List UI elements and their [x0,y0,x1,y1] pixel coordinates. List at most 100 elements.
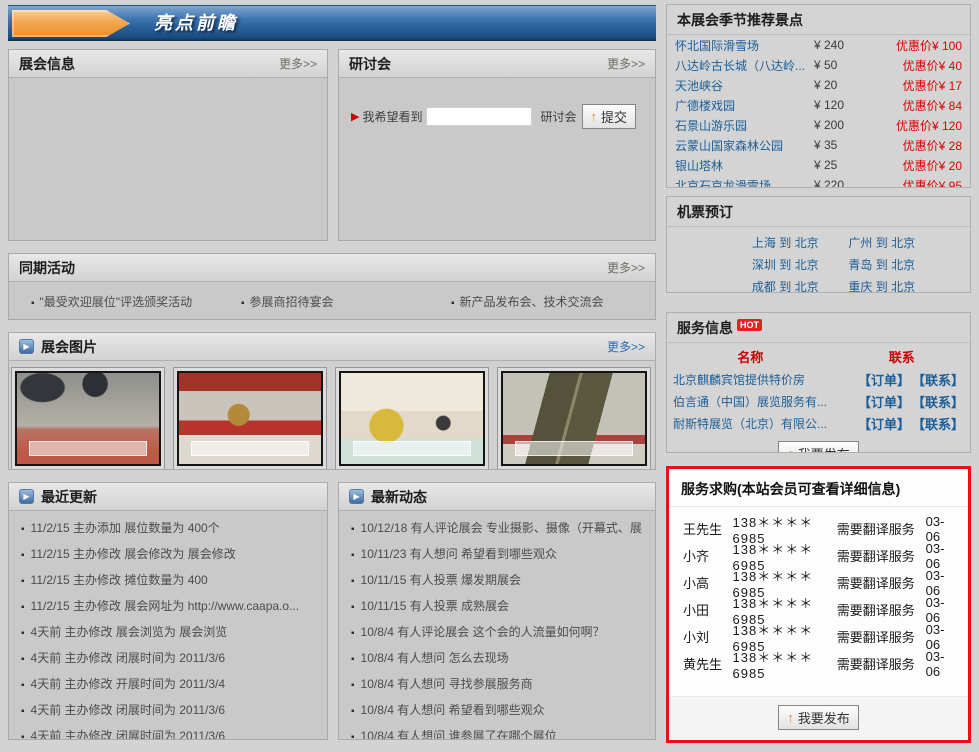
latest-news-title: 最新动态 [371,487,427,507]
update-item[interactable]: 4天前 主办修改 开展时间为 2011/3/4 [21,672,319,698]
news-item[interactable]: 10/8/4 有人想问 怎么去现场 [351,646,647,672]
service-order-link[interactable]: 【订单】 [858,370,910,389]
latest-news-panel: ▶ 最新动态 10/12/18 有人评论展会 专业摄影、摄像（开幕式、展 10/… [338,482,656,740]
service-provider-link[interactable]: 北京麒麟宾馆提供特价房 [673,371,831,388]
exhibition-info-more-link[interactable]: 更多>> [279,55,317,72]
update-item[interactable]: 4天前 主办修改 闭展时间为 2011/3/6 [21,646,319,672]
flight-route-link[interactable]: 广州 到 北京 [848,234,915,251]
flight-route-link[interactable]: 青岛 到 北京 [848,256,915,273]
scenic-spot-row: 广德楼戏园 ¥ 120 优惠价¥ 84 [667,95,970,115]
service-column-name: 名称 [667,347,834,366]
highlights-banner: 亮点前瞻 [8,5,656,41]
spot-discount-link[interactable]: 优惠价¥ 28 [870,137,962,154]
service-provider-link[interactable]: 伯言通（中国）展览服务有... [673,393,831,410]
service-order-link[interactable]: 【订单】 [858,392,910,411]
requested-service: 需要翻译服务 [837,654,926,673]
exhibition-photos-panel: ▶ 展会图片 更多>> [8,332,656,470]
spot-discount-link[interactable]: 优惠价¥ 84 [870,97,962,114]
scenic-spot-link[interactable]: 云蒙山国家森林公园 [675,137,783,154]
update-item[interactable]: 11/2/15 主办修改 展会修改为 展会修改 [21,542,319,568]
service-provider-link[interactable]: 耐斯特展览（北京）有限公... [673,415,831,432]
update-item[interactable]: 4天前 主办修改 闭展时间为 2011/3/6 [21,724,319,740]
exhibition-photo-thumbnail[interactable] [335,367,489,470]
concurrent-event-link[interactable]: 参展商招待宴会 [241,293,334,310]
service-contact-link[interactable]: 【联系】 [912,370,964,389]
update-item[interactable]: 11/2/15 主办修改 展会网址为 http://www.caapa.o... [21,594,319,620]
service-request-row[interactable]: 黄先生 138＊＊＊＊6985 需要翻译服务 03-06 [669,650,968,677]
exhibition-photos-title: 展会图片 [41,337,97,357]
flight-route-link[interactable]: 成都 到 北京 [752,278,819,293]
scenic-spots-list: 怀北国际滑雪场 ¥ 240 优惠价¥ 100 八达岭古长城（八达岭... ¥ 5… [667,35,970,188]
flight-route-link[interactable]: 深圳 到 北京 [752,256,819,273]
update-item[interactable]: 11/2/15 主办修改 摊位数量为 400 [21,568,319,594]
indoor-playground-photo [339,371,485,466]
service-info-panel: 服务信息 HOT 名称 联系 北京麒麟宾馆提供特价房 【订单】 【联系】 [666,312,971,453]
spot-discount-link[interactable]: 优惠价¥ 40 [870,57,962,74]
exhibition-photo-thumbnail[interactable] [497,367,651,470]
up-arrow-icon: ↑ [591,109,598,124]
update-item[interactable]: 4天前 主办修改 展会浏览为 展会浏览 [21,620,319,646]
service-contact-link[interactable]: 【联系】 [912,392,964,411]
news-item[interactable]: 10/8/4 有人想问 寻找参展服务商 [351,672,647,698]
spot-price: ¥ 35 [814,138,870,152]
request-publish-button[interactable]: ↑ 我要发布 [778,705,859,730]
service-requests-list: 王先生 138＊＊＊＊6985 需要翻译服务 03-06 小齐 138＊＊＊＊6… [669,507,968,677]
concurrent-events-more-link[interactable]: 更多>> [607,259,645,276]
scenic-spot-link[interactable]: 八达岭古长城（八达岭... [675,57,805,74]
service-row: 耐斯特展览（北京）有限公... 【订单】 【联系】 [667,412,970,434]
request-date: 03-06 [926,595,954,625]
news-item[interactable]: 10/11/23 有人想问 希望看到哪些观众 [351,542,647,568]
requester-name: 黄先生 [683,654,733,673]
service-row: 伯言通（中国）展览服务有... 【订单】 【联系】 [667,390,970,412]
news-item[interactable]: 10/11/15 有人投票 爆发期展会 [351,568,647,594]
exhibition-photo-thumbnail[interactable] [173,367,327,470]
seminar-panel: 研讨会 更多>> ▶ 我希望看到 研讨会 ↑ 提交 [338,49,656,241]
news-item[interactable]: 10/8/4 有人评论展会 这个会的人流量如何啊？ [351,620,647,646]
requester-name: 小齐 [683,546,733,565]
requester-name: 小田 [683,600,733,619]
news-item[interactable]: 10/11/15 有人投票 成熟展会 [351,594,647,620]
seminar-submit-button[interactable]: ↑ 提交 [582,104,637,129]
seminar-submit-label: 提交 [601,107,627,126]
latest-news-list: 10/12/18 有人评论展会 专业摄影、摄像（开幕式、展 10/11/23 有… [339,511,655,740]
spot-discount-link[interactable]: 优惠价¥ 100 [870,37,962,54]
scenic-spot-link[interactable]: 怀北国际滑雪场 [675,37,759,54]
service-publish-button[interactable]: ↑ 我要发布 [778,441,859,453]
scenic-spot-row: 怀北国际滑雪场 ¥ 240 优惠价¥ 100 [667,35,970,55]
scenic-spot-link[interactable]: 广德楼戏园 [675,97,735,114]
concurrent-event-link[interactable]: 新产品发布会、技术交流会 [451,293,604,310]
update-item[interactable]: 4天前 主办修改 闭展时间为 2011/3/6 [21,698,319,724]
seminar-header: 研讨会 更多>> [339,50,655,78]
service-contact-link[interactable]: 【联系】 [912,414,964,433]
recent-updates-panel: ▶ 最近更新 11/2/15 主办添加 展位数量为 400个 11/2/15 主… [8,482,328,740]
concurrent-event-link[interactable]: "最受欢迎展位"评选颁奖活动 [31,293,192,310]
exhibition-photo-thumbnail[interactable] [11,367,165,470]
requester-name: 小刘 [683,627,733,646]
news-item[interactable]: 10/8/4 有人想问 希望看到哪些观众 [351,698,647,724]
scenic-spot-link[interactable]: 石景山游乐园 [675,117,747,134]
spot-discount-link[interactable]: 优惠价¥ 17 [870,77,962,94]
flight-route-link[interactable]: 重庆 到 北京 [848,278,915,293]
scenic-spot-link[interactable]: 北京石京龙滑雪场 [675,177,771,189]
spot-price: ¥ 50 [814,58,870,72]
service-order-link[interactable]: 【订单】 [858,414,910,433]
spot-price: ¥ 120 [814,98,870,112]
news-item[interactable]: 10/8/4 有人想问 谁参展了在哪个展位 [351,724,647,740]
news-item[interactable]: 10/12/18 有人评论展会 专业摄影、摄像（开幕式、展 [351,516,647,542]
update-item[interactable]: 11/2/15 主办添加 展位数量为 400个 [21,516,319,542]
exhibition-photos-more-link[interactable]: 更多>> [607,338,645,355]
scenic-spot-link[interactable]: 银山塔林 [675,157,723,174]
seminar-form-suffix: 研讨会 [540,108,576,125]
spot-discount-link[interactable]: 优惠价¥ 95 [870,177,962,189]
seminar-more-link[interactable]: 更多>> [607,55,645,72]
exhibition-photos-header: ▶ 展会图片 更多>> [9,333,655,361]
seminar-topic-input[interactable] [426,107,532,126]
highlights-banner-title: 亮点前瞻 [154,6,238,40]
scenic-spots-title: 本展会季节推荐景点 [667,5,970,35]
spot-discount-link[interactable]: 优惠价¥ 120 [870,117,962,134]
quadricycle-exhibit-photo [15,371,161,466]
scenic-spot-link[interactable]: 天池峡谷 [675,77,723,94]
flight-route-link[interactable]: 上海 到 北京 [752,234,819,251]
request-date: 03-06 [926,541,954,571]
spot-discount-link[interactable]: 优惠价¥ 20 [870,157,962,174]
